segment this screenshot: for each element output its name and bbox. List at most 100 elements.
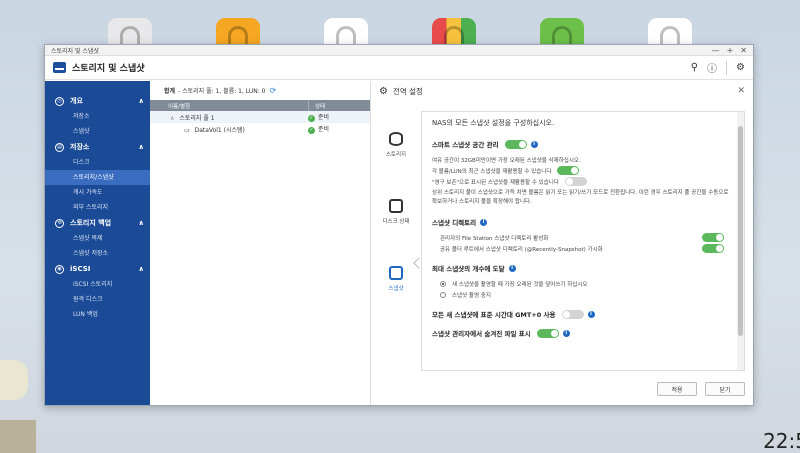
sidebar-section-label: 저장소	[70, 143, 90, 151]
sidebar-item-volumes[interactable]: 저장소	[45, 109, 150, 124]
sidebar-section-iscsi[interactable]: ◉ iSCSI ∧	[45, 261, 150, 277]
ready-check-icon: ✓	[308, 115, 315, 122]
recycle-recent-toggle[interactable]	[557, 166, 580, 175]
stop-snapshot-option[interactable]: 스냅샷 촬영 중지	[432, 289, 734, 300]
close-icon[interactable]: ✕	[737, 86, 745, 96]
window-title: 스토리지 및 스냅샷	[51, 47, 99, 55]
scrollbar[interactable]	[737, 112, 744, 370]
heading-text: 스냅샷 관리자에서 숨겨진 파일 표시	[432, 330, 531, 338]
sidebar-item-snapshot-replica[interactable]: 스냅샷 복제	[45, 231, 150, 246]
question-icon	[552, 26, 572, 46]
max-snapshots-heading: 최대 스냅샷의 개수에 도달 i	[432, 263, 734, 273]
option-label: 각 볼륨/LUN의 최근 스냅샷을 재활용할 수 있습니다	[432, 168, 552, 175]
sidebar-item-iscsi-storage[interactable]: iSCSI 스토리지	[45, 277, 150, 292]
snapshot-dir-heading: 스냅샷 디렉토리 i	[432, 217, 734, 227]
ready-check-icon: ✓	[308, 127, 315, 134]
gear-icon	[120, 26, 140, 46]
desktop-app-icon-file-station[interactable]	[216, 18, 260, 46]
settings-title: 전역 설정	[392, 86, 423, 96]
tab-label: 디스크 상태	[382, 218, 410, 225]
volume-icon: ▭	[184, 126, 190, 134]
overwrite-oldest-option[interactable]: 새 스냅샷을 촬영할 때 가장 오래된 것을 덮어쓰기 하십시오	[432, 278, 734, 289]
sidebar-item-snapshot-vault[interactable]: 스냅샷 저장소	[45, 246, 150, 261]
info-icon[interactable]: i	[530, 140, 538, 148]
sidebar-item-lun-backup[interactable]: LUN 백업	[45, 307, 150, 322]
storage-app-icon	[53, 62, 66, 73]
sidebar: ◷ 개요 ∧ 저장소 스냅샷 ▤ 저장소 ∧ 디스크 스토리지/스냅샷 캐시 가…	[45, 81, 150, 405]
hidden-files-heading: 스냅샷 관리자에서 숨겨진 파일 표시 i	[432, 328, 734, 338]
desktop-app-icon-help-center[interactable]	[540, 18, 584, 46]
heading-text: 최대 스냅샷의 개수에 도달	[432, 265, 505, 273]
search-icon[interactable]: ⚲	[691, 62, 698, 73]
window-titlebar[interactable]: 스토리지 및 스냅샷 — + ✕	[45, 45, 753, 56]
column-status[interactable]: 상태	[308, 100, 325, 111]
apply-button[interactable]: 적용	[657, 382, 697, 396]
sidebar-item-remote-disk[interactable]: 원격 디스크	[45, 292, 150, 307]
tab-label: 스냅샷	[388, 285, 404, 292]
sidebar-item-disks[interactable]: 디스크	[45, 155, 150, 170]
scrollbar-thumb[interactable]	[738, 126, 743, 336]
storage-list-panel: 합계 - 스토리지 풀: 1, 볼륨: 1, LUN: 0 ⟳ 이름/별칭 상태…	[150, 81, 371, 405]
info-icon[interactable]: i	[508, 264, 516, 272]
desktop-app-icon-app-center[interactable]	[432, 18, 476, 46]
table-row[interactable]: ▭ DataVol1 (시스템) ✓ 준비	[150, 123, 370, 135]
chevron-up-icon: ∧	[138, 143, 144, 151]
maximize-button[interactable]: +	[727, 46, 734, 55]
sidebar-item-cache[interactable]: 캐시 가속도	[45, 185, 150, 200]
desktop-widget-base	[0, 420, 36, 453]
storage-summary: 합계 - 스토리지 풀: 1, 볼륨: 1, LUN: 0 ⟳	[150, 81, 370, 100]
stop-snapshot-radio[interactable]	[440, 291, 446, 298]
summary-label: 합계	[164, 88, 176, 95]
sidebar-section-label: 스토리지 백업	[70, 219, 112, 227]
sidebar-section-label: iSCSI	[70, 265, 91, 273]
smart-space-toggle[interactable]	[504, 139, 527, 149]
sidebar-item-external-storage[interactable]: 외부 스토리지	[45, 200, 150, 215]
chevron-up-icon[interactable]: ∧	[170, 115, 174, 122]
pool-name: 스토리지 풀 1	[179, 114, 215, 122]
sidebar-section-backup[interactable]: ⟲ 스토리지 백업 ∧	[45, 215, 150, 231]
desktop-app-icon-network[interactable]	[648, 18, 692, 46]
refresh-icon[interactable]: ⟳	[269, 86, 276, 95]
desktop-app-icon-control-panel[interactable]	[108, 18, 152, 46]
app-title: 스토리지 및 스냅샷	[72, 64, 145, 74]
file-station-dir-toggle[interactable]	[702, 233, 724, 242]
minimize-button[interactable]: —	[712, 46, 720, 55]
chevron-up-icon: ∧	[138, 97, 144, 105]
info-icon[interactable]: i	[562, 329, 570, 337]
info-icon[interactable]: i	[480, 218, 488, 226]
settings-gear-icon[interactable]: ⚙	[736, 62, 745, 73]
recycle-keep-forever-option: "영구 보존"으로 표시된 스냅샷을 재활용할 수 있습니다	[432, 176, 734, 187]
column-name[interactable]: 이름/별칭	[150, 102, 308, 110]
grid-icon	[444, 26, 464, 46]
shared-folder-dir-option: 공유 폴더 루트에서 스냅샷 디렉토리 (@Recently-Snapshot)…	[432, 243, 734, 254]
tab-snapshot[interactable]: 스냅샷	[371, 245, 421, 312]
sidebar-section-overview[interactable]: ◷ 개요 ∧	[45, 93, 150, 109]
tab-disk-health[interactable]: 디스크 상태	[371, 178, 421, 245]
chevron-up-icon: ∧	[138, 265, 144, 273]
table-row[interactable]: ∧ 스토리지 풀 1 ✓ 준비	[150, 111, 370, 123]
close-window-button[interactable]: ✕	[740, 46, 747, 55]
close-button[interactable]: 닫기	[705, 382, 745, 396]
heading-text: 스마트 스냅샷 공간 관리	[432, 141, 499, 149]
gmt-toggle[interactable]	[561, 309, 584, 319]
volume-status: 준비	[318, 126, 330, 133]
file-station-dir-option: 관리자의 File Station 스냅샷 디렉토리 활성화	[432, 232, 734, 243]
option-label: "영구 보존"으로 표시된 스냅샷을 재활용할 수 있습니다	[432, 179, 559, 186]
sidebar-section-storage[interactable]: ▤ 저장소 ∧	[45, 139, 150, 155]
sidebar-item-storage-snapshots[interactable]: 스토리지/스냅샷	[45, 170, 150, 185]
shared-folder-dir-toggle[interactable]	[702, 244, 724, 253]
heading-text: 모든 새 스냅샷에 표준 시간대 GMT+0 사용	[432, 311, 556, 319]
folder-icon	[228, 26, 248, 46]
overwrite-oldest-radio[interactable]	[440, 280, 446, 287]
hidden-files-toggle[interactable]	[536, 328, 559, 338]
gear-icon: ⚙	[379, 85, 388, 97]
info-icon[interactable]: i	[587, 310, 595, 318]
help-icon[interactable]: ⓘ	[707, 60, 717, 75]
sidebar-item-snapshots[interactable]: 스냅샷	[45, 124, 150, 139]
cloud-icon	[336, 26, 356, 46]
tab-storage[interactable]: 스토리지	[371, 111, 421, 178]
heading-text: 스냅샷 디렉토리	[432, 219, 477, 227]
recycle-keep-forever-toggle[interactable]	[564, 177, 587, 186]
settings-footer: 적용 닫기	[657, 382, 745, 396]
desktop-app-icon-myqnapcloud[interactable]	[324, 18, 368, 46]
